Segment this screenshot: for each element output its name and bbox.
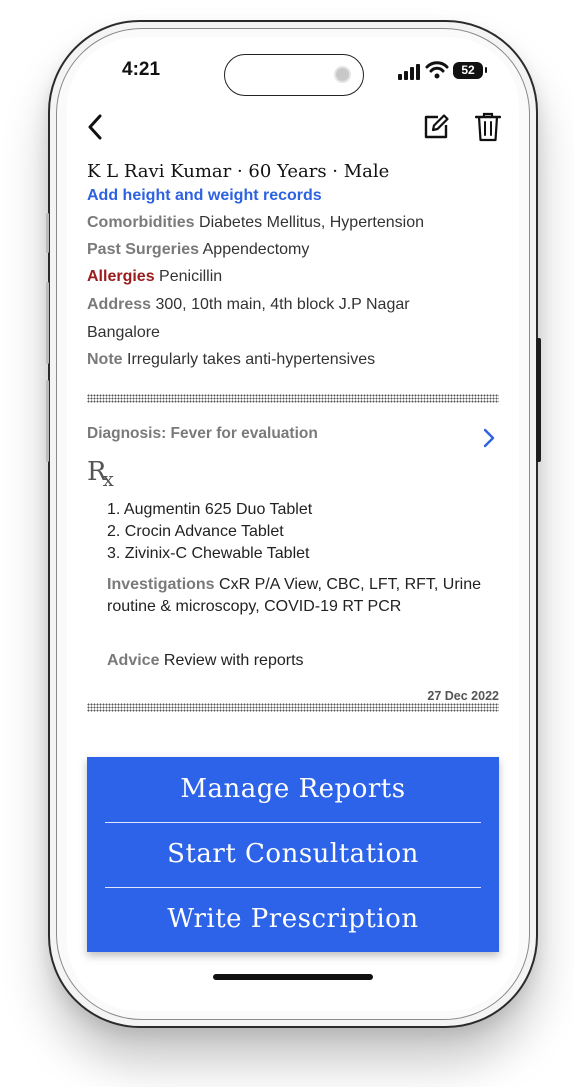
note-label: Note [87,351,123,368]
battery-nub [485,67,487,73]
advice-value: Review with reports [163,652,304,669]
write-prescription-button[interactable]: Write Prescription [87,887,499,952]
chevron-right-icon[interactable] [483,428,495,448]
volume-button [46,380,49,462]
wifi-icon [425,61,449,79]
address-label: Address [87,296,152,313]
home-indicator[interactable] [213,974,373,980]
app-screen: 4:21 52 K L Ravi Kumar · 60 Years · Male… [67,37,519,1011]
note-row: Note Irregularly takes anti-hypertensive… [87,351,375,369]
diagnosis-text: Diagnosis: Fever for evaluation [87,425,318,442]
address-row: Address 300, 10th main, 4th block J.P Na… [87,296,410,314]
note-value: Irregularly takes anti-hypertensives [127,351,376,368]
section-divider [87,394,499,403]
status-time: 4:21 [122,59,161,80]
address-line-2: Bangalore [87,324,160,341]
comorbidities-value: Diabetes Mellitus, Hypertension [199,214,425,231]
consultation-date: 27 Dec 2022 [421,689,499,703]
trash-icon[interactable] [475,112,501,142]
action-panel: Manage Reports Start Consultation Write … [87,757,499,952]
past-surgeries-value: Appendectomy [202,241,310,258]
start-consultation-button[interactable]: Start Consultation [87,822,499,887]
comorbidities-row: Comorbidities Diabetes Mellitus, Hyperte… [87,214,424,232]
rx-x: x [102,467,114,491]
medication-item: 1. Augmentin 625 Duo Tablet [107,501,313,518]
advice-label: Advice [107,652,160,669]
volume-button [46,213,49,253]
signal-icon [398,64,420,80]
side-button [536,338,541,462]
advice-block: Advice Review with reports [107,650,487,672]
allergies-row: Allergies Penicillin [87,268,222,286]
past-surgeries-row: Past Surgeries Appendectomy [87,241,309,259]
rx-symbol: Rx [87,457,114,491]
allergies-value: Penicillin [159,268,223,285]
past-surgeries-label: Past Surgeries [87,241,200,258]
investigations-label: Investigations [107,576,215,593]
medication-item: 3. Zivinix-C Chewable Tablet [107,545,310,562]
allergies-label: Allergies [87,268,155,285]
investigations-block: Investigations CxR P/A View, CBC, LFT, R… [107,574,487,618]
battery-indicator: 52 [453,62,483,79]
address-value: 300, 10th main, 4th block J.P Nagar [155,296,410,313]
add-height-weight-link[interactable]: Add height and weight records [87,187,322,205]
manage-reports-button[interactable]: Manage Reports [87,757,499,822]
medication-item: 2. Crocin Advance Tablet [107,523,284,540]
patient-summary: K L Ravi Kumar · 60 Years · Male [87,161,390,182]
comorbidities-label: Comorbidities [87,214,195,231]
chevron-left-icon[interactable] [87,114,103,140]
section-divider [87,703,499,712]
dynamic-island [224,54,364,96]
edit-icon[interactable] [422,113,450,141]
camera-icon [334,66,351,83]
volume-button [46,282,49,364]
